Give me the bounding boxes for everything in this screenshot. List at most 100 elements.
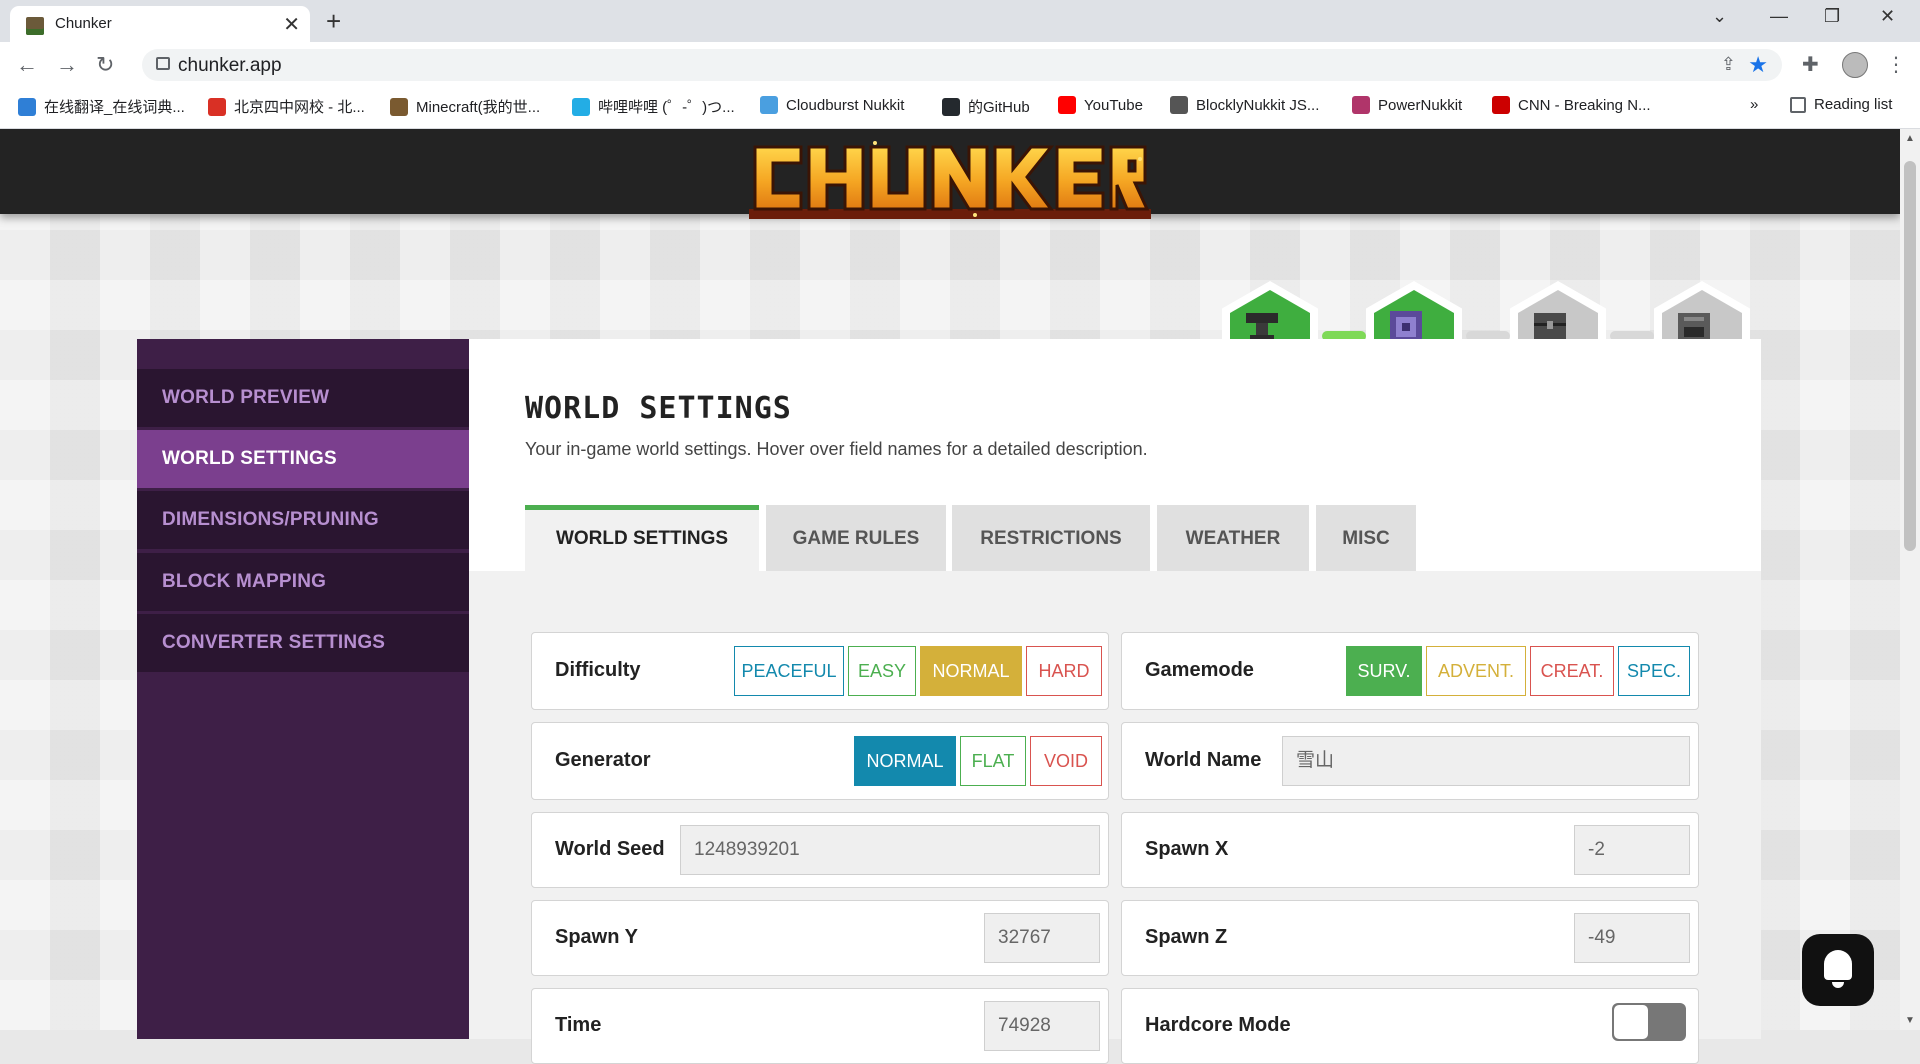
hardcore-label: Hardcore Mode [1145,1014,1291,1036]
world-seed-input[interactable]: 1248939201 [680,825,1100,875]
tab-weather[interactable]: WEATHER [1157,505,1309,571]
main-panel: WORLD SETTINGS Your in-game world settin… [469,339,1761,1064]
chunker-favicon-icon [26,17,44,35]
sidebar-item-converter-settings[interactable]: CONVERTER SETTINGS [137,614,469,672]
gamemode-spectator-button[interactable]: SPEC. [1618,646,1690,696]
time-setting: Time 74928 [531,988,1109,1064]
profile-avatar[interactable] [1842,52,1868,78]
bookmark-favicon-icon [18,98,36,116]
hardcore-setting: Hardcore Mode [1121,988,1699,1064]
close-window-icon[interactable]: ✕ [1880,6,1895,27]
spawn-y-input[interactable]: 32767 [984,913,1100,963]
lock-icon[interactable] [156,57,170,70]
bell-clapper [1832,982,1844,988]
minimize-icon[interactable]: — [1770,6,1788,27]
back-icon[interactable]: ← [16,52,38,78]
spawn-z-input[interactable]: -49 [1574,913,1690,963]
url-text: chunker.app [178,55,282,76]
toggle-knob [1614,1005,1648,1039]
bookmark-favicon-icon [1492,96,1510,114]
bookmark-item[interactable]: 哔哩哔哩 (゜-゜)つ... [572,96,735,117]
close-tab-icon[interactable]: ✕ [283,12,300,37]
spawn-x-setting: Spawn X -2 [1121,812,1699,888]
bookmark-favicon-icon [1058,96,1076,114]
gamemode-setting: Gamemode SURV. ADVENT. CREAT. SPEC. [1121,632,1699,710]
address-toolbar: ← → ↻ chunker.app ⇪ ★ [0,42,1920,88]
time-input[interactable]: 74928 [984,1001,1100,1051]
gamemode-survival-button[interactable]: SURV. [1346,646,1422,696]
sidebar-item-world-preview[interactable]: WORLD PREVIEW [137,369,469,427]
generator-void-button[interactable]: VOID [1030,736,1102,786]
bookmark-favicon-icon [942,98,960,116]
world-name-setting: World Name 雪山 [1121,722,1699,800]
world-seed-setting: World Seed 1248939201 [531,812,1109,888]
bookmark-favicon-icon [390,98,408,116]
forward-icon[interactable]: → [56,52,78,78]
share-icon[interactable]: ⇪ [1721,54,1736,75]
extensions-icon[interactable]: ✚ [1802,52,1819,77]
generator-setting: Generator NORMAL FLAT VOID [531,722,1109,800]
new-tab-icon[interactable]: + [326,6,341,37]
bookmark-item[interactable]: Minecraft(我的世... [390,96,540,117]
hardcore-toggle[interactable] [1612,1003,1686,1041]
difficulty-peaceful-button[interactable]: PEACEFUL [734,646,844,696]
browser-tab[interactable]: Chunker ✕ [10,6,310,42]
spawn-z-setting: Spawn Z -49 [1121,900,1699,976]
page-subtitle: Your in-game world settings. Hover over … [525,439,1148,459]
scroll-down-icon[interactable]: ▼ [1905,1015,1915,1026]
bookmark-item[interactable]: Cloudburst Nukkit [760,96,904,114]
difficulty-easy-button[interactable]: EASY [848,646,916,696]
bookmark-item[interactable]: PowerNukkit [1352,96,1462,114]
world-name-label: World Name [1145,749,1262,771]
world-name-input[interactable]: 雪山 [1282,736,1690,786]
menu-kebab-icon[interactable]: ⋮ [1886,52,1906,77]
tab-search-icon[interactable]: ⌄ [1712,6,1727,27]
generator-flat-button[interactable]: FLAT [960,736,1026,786]
scroll-up-icon[interactable]: ▲ [1905,133,1915,144]
sidebar-item-dimensions-pruning[interactable]: DIMENSIONS/PRUNING [137,491,469,549]
time-label: Time [555,1014,602,1036]
address-bar[interactable]: chunker.app ⇪ ★ [142,49,1782,81]
scrollbar-thumb[interactable] [1904,161,1916,551]
site-header [0,129,1900,219]
bookmark-item[interactable]: 的GitHub [942,96,1030,117]
tab-misc[interactable]: MISC [1316,505,1416,571]
tab-game-rules[interactable]: GAME RULES [766,505,946,571]
bookmark-item[interactable]: CNN - Breaking N... [1492,96,1651,114]
restore-icon[interactable]: ❐ [1824,6,1840,27]
chunker-logo [749,141,1151,219]
spawn-z-label: Spawn Z [1145,926,1228,948]
spawn-y-setting: Spawn Y 32767 [531,900,1109,976]
bookmark-item[interactable]: YouTube [1058,96,1143,114]
bell-icon [1824,950,1852,980]
generator-normal-button[interactable]: NORMAL [854,736,956,786]
difficulty-hard-button[interactable]: HARD [1026,646,1102,696]
difficulty-setting: Difficulty PEACEFUL EASY NORMAL HARD [531,632,1109,710]
spawn-x-input[interactable]: -2 [1574,825,1690,875]
world-seed-label: World Seed [555,838,665,860]
more-bookmarks-icon[interactable]: » [1750,96,1758,113]
bookmark-star-icon[interactable]: ★ [1748,52,1768,78]
bookmark-item[interactable]: BlocklyNukkit JS... [1170,96,1319,114]
tab-restrictions[interactable]: RESTRICTIONS [952,505,1150,571]
bookmark-favicon-icon [1170,96,1188,114]
sidebar-item-world-settings[interactable]: WORLD SETTINGS [137,430,487,488]
gamemode-creative-button[interactable]: CREAT. [1530,646,1614,696]
bookmark-item[interactable]: 北京四中网校 - 北... [208,96,365,117]
difficulty-normal-button[interactable]: NORMAL [920,646,1022,696]
bookmark-favicon-icon [572,98,590,116]
reading-list-button[interactable]: Reading list [1790,96,1892,113]
spawn-y-label: Spawn Y [555,926,638,948]
sidebar-item-block-mapping[interactable]: BLOCK MAPPING [137,553,469,611]
tab-world-settings[interactable]: WORLD SETTINGS [525,505,759,571]
notification-button[interactable] [1802,934,1874,1006]
gamemode-adventure-button[interactable]: ADVENT. [1426,646,1526,696]
page-scrollbar[interactable]: ▲ ▼ [1900,129,1920,1030]
reload-icon[interactable]: ↻ [96,52,114,78]
page-title: WORLD SETTINGS [525,391,792,426]
gamemode-label: Gamemode [1145,659,1254,681]
bookmark-item[interactable]: 在线翻译_在线词典... [18,96,185,117]
browser-tab-title: Chunker [55,15,112,32]
bookmark-favicon-icon [1352,96,1370,114]
spawn-x-label: Spawn X [1145,838,1229,860]
